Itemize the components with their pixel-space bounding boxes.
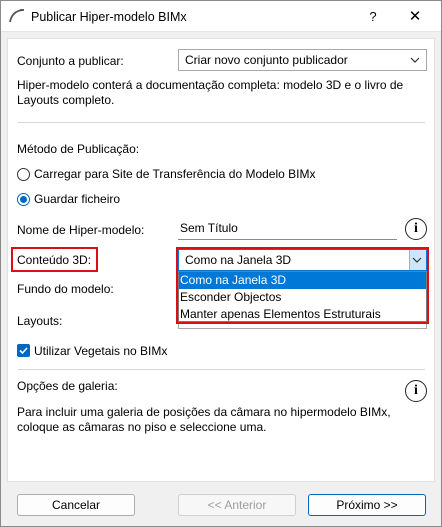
radio-upload-label[interactable]: Carregar para Site de Transferência do M… [34, 167, 315, 181]
divider [18, 122, 425, 123]
set-select[interactable]: Criar novo conjunto publicador [178, 49, 427, 71]
close-button[interactable]: ✕ [403, 7, 427, 27]
previous-button[interactable]: << Anterior [178, 494, 296, 516]
hypermodel-name-label: Nome de Hiper-modelo: [17, 223, 145, 237]
content-3d-label: Conteúdo 3D: [17, 253, 92, 267]
vegetation-label[interactable]: Utilizar Vegetais no BIMx [34, 344, 167, 358]
set-label: Conjunto a publicar: [17, 54, 124, 68]
publish-method-heading: Método de Publicação: [17, 142, 140, 156]
info-icon[interactable]: i [405, 218, 427, 240]
info-icon[interactable]: i [405, 380, 427, 402]
gallery-description: Para incluir uma galeria de posições da … [17, 405, 391, 434]
hypermodel-name-value: Sem Título [180, 221, 238, 235]
radio-save-file-label[interactable]: Guardar ficheiro [34, 192, 120, 206]
dialog-content: Conjunto a publicar: Criar novo conjunto… [7, 38, 435, 482]
vegetation-checkbox[interactable] [17, 344, 30, 357]
set-select-value: Criar novo conjunto publicador [185, 53, 348, 67]
set-description: Hiper-modelo conterá a documentação comp… [17, 78, 404, 107]
chevron-down-icon [410, 57, 420, 63]
layouts-label: Layouts: [17, 314, 63, 328]
next-button[interactable]: Próximo >> [308, 494, 426, 516]
title-bar: Publicar Hiper-modelo BIMx ? ✕ [1, 1, 441, 32]
archicad-logo-icon [9, 9, 24, 23]
radio-upload[interactable] [17, 168, 30, 181]
hypermodel-name-input[interactable]: Sem Título [178, 218, 397, 240]
gallery-heading: Opções de galeria: [17, 379, 118, 393]
window-title: Publicar Hiper-modelo BIMx [31, 10, 187, 24]
content-3d-highlight [176, 247, 429, 324]
help-button[interactable]: ? [361, 7, 385, 27]
cancel-button[interactable]: Cancelar [17, 494, 135, 516]
model-background-label: Fundo do modelo: [17, 282, 114, 296]
radio-save-file[interactable] [17, 193, 30, 206]
checkmark-icon [19, 347, 28, 355]
divider [18, 369, 425, 370]
publish-bimx-dialog: Publicar Hiper-modelo BIMx ? ✕ Conjunto … [0, 0, 442, 527]
